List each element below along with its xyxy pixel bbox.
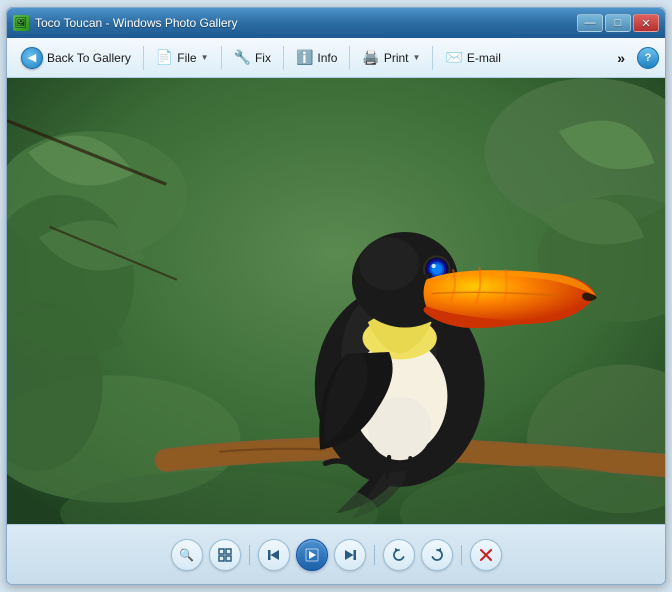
toolbar-overflow: » ? — [609, 46, 659, 70]
maximize-button[interactable]: □ — [605, 14, 631, 32]
fit-icon — [218, 548, 232, 562]
title-bar-left: 🖼 Toco Toucan - Windows Photo Gallery — [13, 15, 238, 31]
rotate-cw-button[interactable] — [421, 539, 453, 571]
file-chevron-icon: ▼ — [201, 53, 209, 62]
back-label: Back To Gallery — [47, 51, 131, 65]
rotate-ccw-button[interactable] — [383, 539, 415, 571]
file-icon: 📄 — [156, 49, 173, 66]
back-arrow-icon: ◀ — [21, 47, 43, 69]
window-title: Toco Toucan - Windows Photo Gallery — [35, 16, 238, 30]
toolbar-separator-1 — [143, 46, 144, 70]
toolbar: ◀ Back To Gallery 📄 File ▼ 🔧 Fix ℹ️ Info… — [7, 38, 665, 78]
zoom-icon: 🔍 — [179, 548, 194, 562]
toolbar-separator-3 — [283, 46, 284, 70]
controls-separator-3 — [461, 545, 462, 565]
info-button[interactable]: ℹ️ Info — [288, 45, 345, 70]
fix-label: Fix — [255, 51, 271, 65]
email-button[interactable]: ✉️ E-mail — [437, 45, 508, 70]
controls-separator-2 — [374, 545, 375, 565]
print-icon: 🖨️ — [362, 49, 379, 66]
toolbar-separator-4 — [349, 46, 350, 70]
close-button[interactable]: ✕ — [633, 14, 659, 32]
controls-separator-1 — [249, 545, 250, 565]
photo-canvas — [7, 78, 665, 524]
app-icon: 🖼 — [13, 15, 29, 31]
previous-button[interactable] — [258, 539, 290, 571]
print-label: Print — [384, 51, 409, 65]
help-label: ? — [645, 52, 652, 64]
photo-display-area — [7, 78, 665, 524]
controls-bar: 🔍 — [7, 524, 665, 584]
minimize-button[interactable]: — — [577, 14, 603, 32]
email-icon: ✉️ — [445, 49, 462, 66]
print-chevron-icon: ▼ — [413, 53, 421, 62]
info-label: Info — [317, 51, 337, 65]
fit-button[interactable] — [209, 539, 241, 571]
title-bar: 🖼 Toco Toucan - Windows Photo Gallery — … — [7, 8, 665, 38]
toolbar-separator-2 — [221, 46, 222, 70]
slideshow-button[interactable] — [296, 539, 328, 571]
delete-button[interactable] — [470, 539, 502, 571]
email-label: E-mail — [467, 51, 501, 65]
rotate-cw-icon — [430, 548, 444, 562]
delete-icon — [480, 549, 492, 561]
fix-icon: 🔧 — [234, 49, 251, 66]
print-menu-button[interactable]: 🖨️ Print ▼ — [354, 45, 428, 70]
prev-icon — [268, 549, 280, 561]
play-icon — [305, 548, 319, 562]
next-button[interactable] — [334, 539, 366, 571]
main-window: 🖼 Toco Toucan - Windows Photo Gallery — … — [6, 7, 666, 585]
fix-button[interactable]: 🔧 Fix — [226, 45, 279, 70]
info-icon: ℹ️ — [296, 49, 313, 66]
title-buttons: — □ ✕ — [577, 14, 659, 32]
file-menu-button[interactable]: 📄 File ▼ — [148, 45, 217, 70]
rotate-ccw-icon — [392, 548, 406, 562]
zoom-button[interactable]: 🔍 — [171, 539, 203, 571]
toolbar-separator-5 — [432, 46, 433, 70]
file-label: File — [177, 51, 196, 65]
overflow-button[interactable]: » — [609, 46, 633, 70]
help-button[interactable]: ? — [637, 47, 659, 69]
next-icon — [344, 549, 356, 561]
back-to-gallery-button[interactable]: ◀ Back To Gallery — [13, 43, 139, 73]
